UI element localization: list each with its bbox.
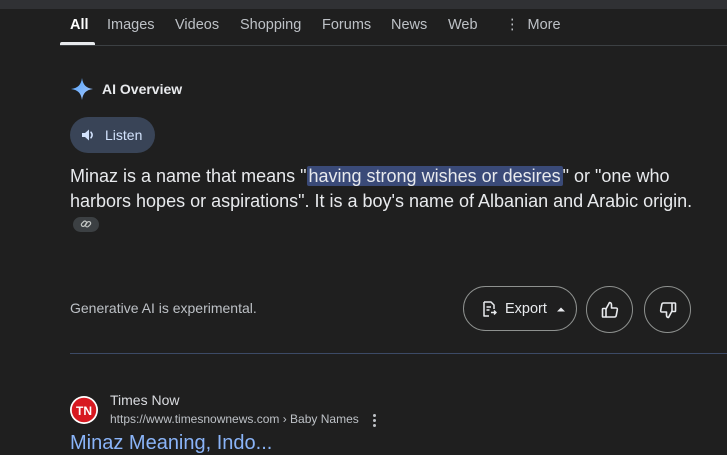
tab-more[interactable]: ⋮ More <box>505 17 561 33</box>
tab-shopping[interactable]: Shopping <box>240 17 301 33</box>
sparkle-icon <box>70 77 94 101</box>
ai-answer-text: Minaz is a name that means " having stron… <box>70 164 700 238</box>
top-strip <box>0 0 727 9</box>
thumbs-up-button[interactable] <box>586 286 633 333</box>
speaker-icon <box>80 127 96 143</box>
tab-news[interactable]: News <box>391 17 427 33</box>
export-label: Export <box>505 300 547 317</box>
result-title-link[interactable]: Minaz Meaning, Indo... <box>70 432 272 455</box>
tab-forums[interactable]: Forums <box>322 17 371 33</box>
export-doc-icon <box>480 300 498 318</box>
search-tabs: All Images Videos Shopping Forums News W… <box>0 9 727 45</box>
thumbs-up-icon <box>600 300 620 320</box>
dot-icon <box>372 413 376 417</box>
ai-overview-header: AI Overview <box>70 76 182 102</box>
result-site-name[interactable]: Times Now <box>110 392 180 408</box>
caret-up-icon <box>556 306 566 312</box>
ai-overview-title: AI Overview <box>102 81 183 97</box>
listen-label: Listen <box>105 127 143 143</box>
section-divider <box>70 353 727 354</box>
tab-more-label: More <box>527 17 561 33</box>
listen-button[interactable]: Listen <box>70 117 155 153</box>
answer-text-start: Minaz is a name that means " <box>70 166 307 186</box>
answer-highlight: having strong wishes or desires <box>306 166 563 186</box>
tab-images[interactable]: Images <box>107 17 155 33</box>
dot-icon <box>372 423 376 427</box>
dot-icon <box>372 418 376 422</box>
tabs-divider <box>60 45 727 46</box>
times-now-favicon: TN <box>70 396 98 424</box>
more-dots-icon: ⋮ <box>505 17 520 33</box>
tab-web[interactable]: Web <box>448 17 478 33</box>
tab-all[interactable]: All <box>70 17 89 33</box>
ai-disclaimer: Generative AI is experimental. <box>70 300 257 316</box>
link-icon <box>80 218 92 230</box>
export-button[interactable]: Export <box>463 286 577 331</box>
result-more-options-button[interactable] <box>368 412 380 428</box>
thumbs-down-icon <box>658 300 678 320</box>
thumbs-down-button[interactable] <box>644 286 691 333</box>
source-link-button[interactable] <box>73 216 99 232</box>
tab-videos[interactable]: Videos <box>175 17 219 33</box>
result-url[interactable]: https://www.timesnownews.com › Baby Name… <box>110 412 359 426</box>
favicon-text: TN <box>76 404 92 418</box>
